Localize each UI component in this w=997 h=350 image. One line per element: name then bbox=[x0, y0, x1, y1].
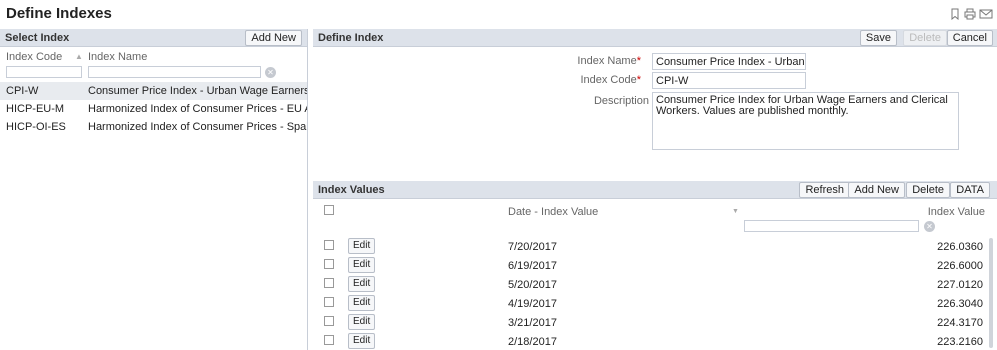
table-row[interactable]: Edit 7/20/2017 226.0360 bbox=[313, 237, 989, 256]
index-name-filter-input[interactable] bbox=[88, 66, 261, 78]
index-name: Consumer Price Index - Urban Wage Earner… bbox=[88, 85, 307, 97]
row-date: 4/19/2017 bbox=[508, 298, 557, 310]
description-label: Description bbox=[593, 95, 649, 107]
edit-button[interactable]: Edit bbox=[348, 276, 376, 292]
row-checkbox[interactable] bbox=[324, 316, 334, 326]
row-date: 6/19/2017 bbox=[508, 260, 557, 272]
row-value: 223.2160 bbox=[937, 336, 983, 348]
date-column-header[interactable]: Date - Index Value bbox=[508, 206, 598, 218]
table-row[interactable]: Edit 2/18/2017 223.2160 bbox=[313, 332, 989, 350]
data-button[interactable]: DATA bbox=[950, 182, 990, 198]
print-icon[interactable] bbox=[964, 8, 976, 20]
delete-index-button[interactable]: Delete bbox=[903, 30, 947, 46]
index-value-filter-input[interactable] bbox=[744, 220, 919, 232]
row-value: 224.3170 bbox=[937, 317, 983, 329]
index-name-column-header[interactable]: Index Name bbox=[88, 51, 147, 63]
index-name: Harmonized Index of Consumer Prices - EU… bbox=[88, 103, 307, 115]
sort-asc-icon[interactable]: ▲ bbox=[75, 52, 83, 61]
row-checkbox[interactable] bbox=[324, 297, 334, 307]
row-value: 227.0120 bbox=[937, 279, 983, 291]
index-name: Harmonized Index of Consumer Prices - Sp… bbox=[88, 121, 307, 133]
description-field[interactable]: Consumer Price Index for Urban Wage Earn… bbox=[652, 92, 959, 150]
index-code: HICP-OI-ES bbox=[6, 121, 66, 133]
table-row[interactable]: Edit 5/20/2017 227.0120 bbox=[313, 275, 989, 294]
index-code-column-header[interactable]: Index Code bbox=[6, 51, 62, 63]
add-new-value-button[interactable]: Add New bbox=[848, 182, 905, 198]
page-title: Define Indexes bbox=[6, 5, 112, 22]
define-index-header: Define Index Save Delete Cancel bbox=[313, 29, 997, 47]
index-code-label: Index Code* bbox=[580, 74, 641, 86]
cancel-button[interactable]: Cancel bbox=[946, 30, 993, 46]
mail-icon[interactable] bbox=[979, 8, 993, 20]
row-checkbox[interactable] bbox=[324, 278, 334, 288]
values-scrollbar[interactable] bbox=[989, 238, 993, 348]
index-values-title: Index Values bbox=[318, 184, 385, 196]
index-code: CPI-W bbox=[6, 85, 39, 97]
refresh-button[interactable]: Refresh bbox=[799, 182, 850, 198]
edit-button[interactable]: Edit bbox=[348, 295, 376, 311]
row-checkbox[interactable] bbox=[324, 335, 334, 345]
clear-filter-icon[interactable]: ✕ bbox=[924, 221, 935, 232]
edit-button[interactable]: Edit bbox=[348, 333, 376, 349]
row-checkbox[interactable] bbox=[324, 240, 334, 250]
edit-button[interactable]: Edit bbox=[348, 238, 376, 254]
index-list-item[interactable]: CPI-W Consumer Price Index - Urban Wage … bbox=[0, 82, 307, 100]
top-icons bbox=[949, 8, 993, 21]
add-new-index-button[interactable]: Add New bbox=[245, 30, 302, 46]
row-value: 226.6000 bbox=[937, 260, 983, 272]
edit-button[interactable]: Edit bbox=[348, 257, 376, 273]
row-date: 3/21/2017 bbox=[508, 317, 557, 329]
row-checkbox[interactable] bbox=[324, 259, 334, 269]
table-row[interactable]: Edit 4/19/2017 226.3040 bbox=[313, 294, 989, 313]
select-index-header: Select Index Add New bbox=[0, 29, 307, 47]
index-value-column-header[interactable]: Index Value bbox=[928, 206, 985, 218]
table-row[interactable]: Edit 6/19/2017 226.6000 bbox=[313, 256, 989, 275]
define-index-title: Define Index bbox=[318, 32, 384, 44]
index-list-item[interactable]: HICP-OI-ES Harmonized Index of Consumer … bbox=[0, 118, 307, 136]
row-date: 5/20/2017 bbox=[508, 279, 557, 291]
index-code: HICP-EU-M bbox=[6, 103, 65, 115]
bookmark-icon[interactable] bbox=[949, 8, 961, 21]
save-button[interactable]: Save bbox=[859, 30, 897, 46]
index-code-filter-input[interactable] bbox=[6, 66, 82, 78]
select-all-checkbox[interactable] bbox=[324, 205, 334, 215]
index-name-label: Index Name* bbox=[577, 55, 641, 67]
index-code-field[interactable]: CPI-W bbox=[652, 72, 806, 89]
index-list-item[interactable]: HICP-EU-M Harmonized Index of Consumer P… bbox=[0, 100, 307, 118]
row-date: 2/18/2017 bbox=[508, 336, 557, 348]
index-name-field[interactable]: Consumer Price Index - Urban Wa bbox=[652, 53, 806, 70]
delete-value-button[interactable]: Delete bbox=[906, 182, 950, 198]
table-row[interactable]: Edit 3/21/2017 224.3170 bbox=[313, 313, 989, 332]
sort-desc-icon[interactable]: ▼ bbox=[732, 208, 739, 215]
index-values-header: Index Values Refresh Add New Delete DATA bbox=[313, 181, 997, 199]
edit-button[interactable]: Edit bbox=[348, 314, 376, 330]
panel-divider bbox=[307, 29, 308, 350]
row-value: 226.0360 bbox=[937, 241, 983, 253]
row-date: 7/20/2017 bbox=[508, 241, 557, 253]
row-value: 226.3040 bbox=[937, 298, 983, 310]
select-index-title: Select Index bbox=[5, 32, 70, 44]
clear-filter-icon[interactable]: ✕ bbox=[265, 67, 276, 78]
